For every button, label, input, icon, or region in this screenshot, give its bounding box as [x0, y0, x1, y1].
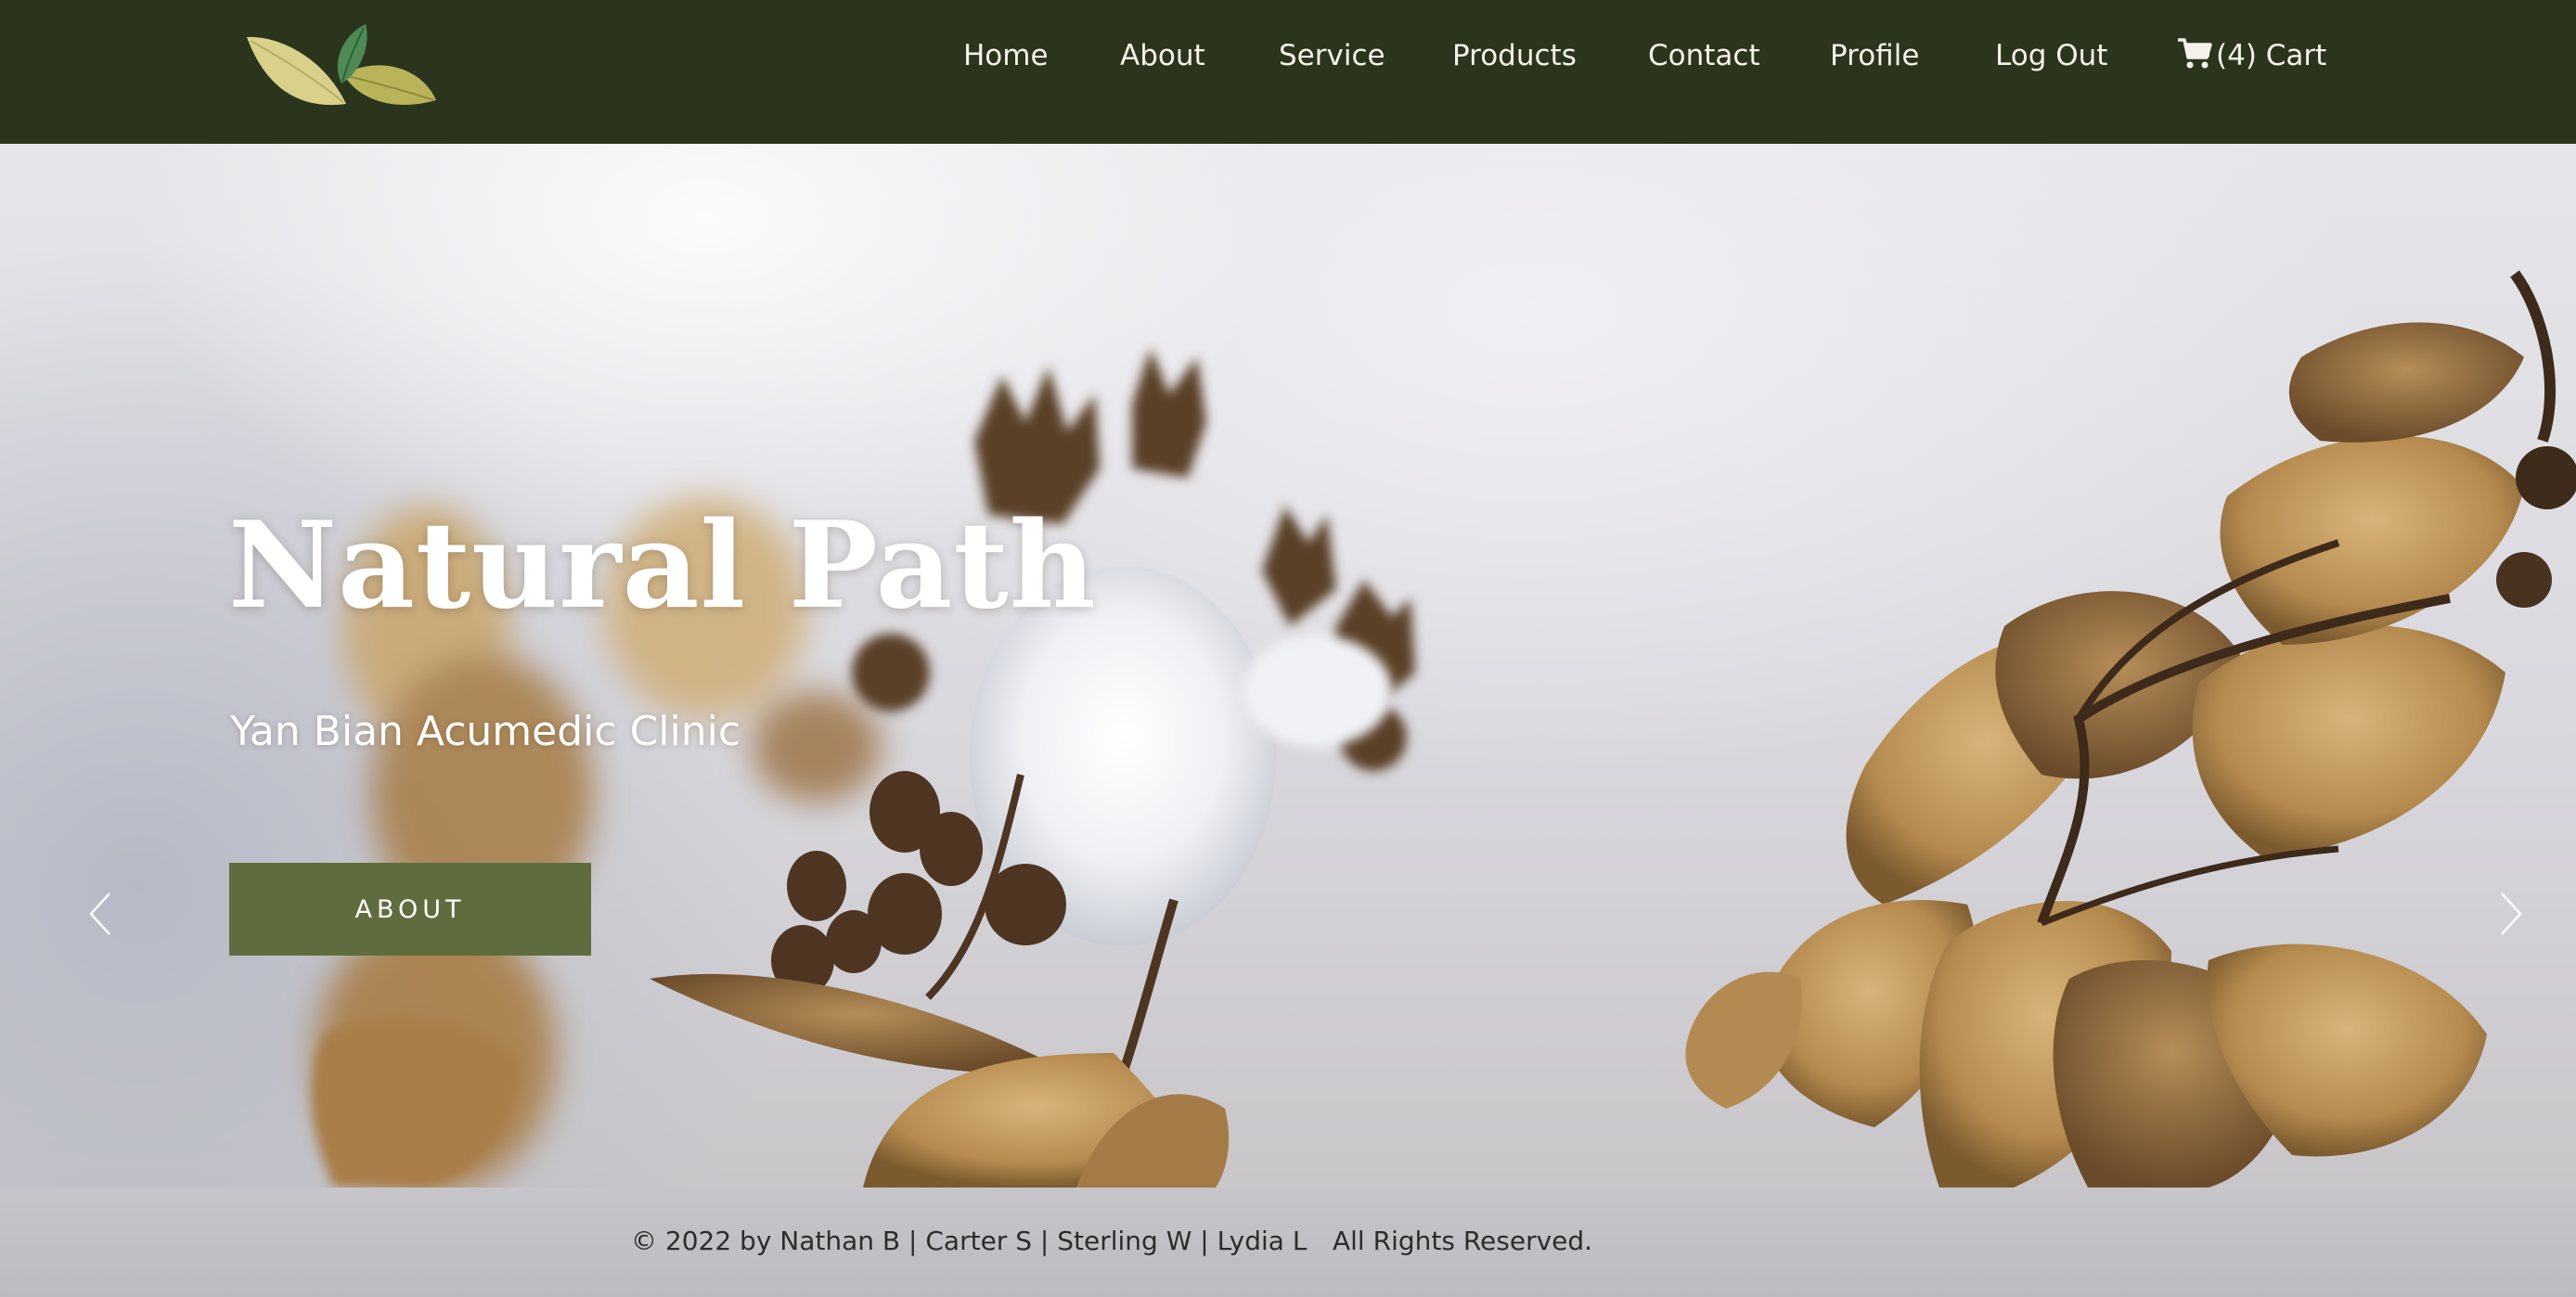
- nav-logout-link[interactable]: Log Out: [1995, 35, 2107, 76]
- shopping-cart-icon: [2178, 38, 2212, 69]
- site-footer: © 2022 by Nathan B | Carter S | Sterling…: [0, 1188, 2576, 1297]
- chevron-right-icon[interactable]: [2492, 886, 2530, 942]
- about-button[interactable]: ABOUT: [229, 863, 591, 956]
- nav-products-link[interactable]: Products: [1452, 35, 1577, 76]
- footer-copyright: © 2022 by Nathan B | Carter S | Sterling…: [631, 1226, 1307, 1256]
- site-header: Home About Service Products Contact Prof…: [0, 0, 2576, 144]
- chevron-left-icon[interactable]: [82, 886, 119, 942]
- nav-service-link[interactable]: Service: [1279, 35, 1385, 76]
- cart-link[interactable]: (4) Cart: [2177, 35, 2326, 76]
- footer-rights: All Rights Reserved.: [1333, 1226, 1593, 1256]
- cart-label: (4) Cart: [2216, 39, 2327, 72]
- hero-slider: Natural Path Yan Bian Acumedic Clinic AB…: [0, 144, 2576, 1188]
- nav-profile-link[interactable]: Profile: [1830, 35, 1919, 76]
- nav-about-link[interactable]: About: [1120, 35, 1205, 76]
- main-nav: Home About Service Products Contact Prof…: [0, 0, 2576, 111]
- nav-home-link[interactable]: Home: [963, 35, 1049, 76]
- nav-contact-link[interactable]: Contact: [1648, 35, 1760, 76]
- hero-title: Natural Path: [228, 496, 1097, 636]
- hero-background-image: [312, 270, 2576, 1188]
- hero-subtitle: Yan Bian Acumedic Clinic: [230, 708, 741, 755]
